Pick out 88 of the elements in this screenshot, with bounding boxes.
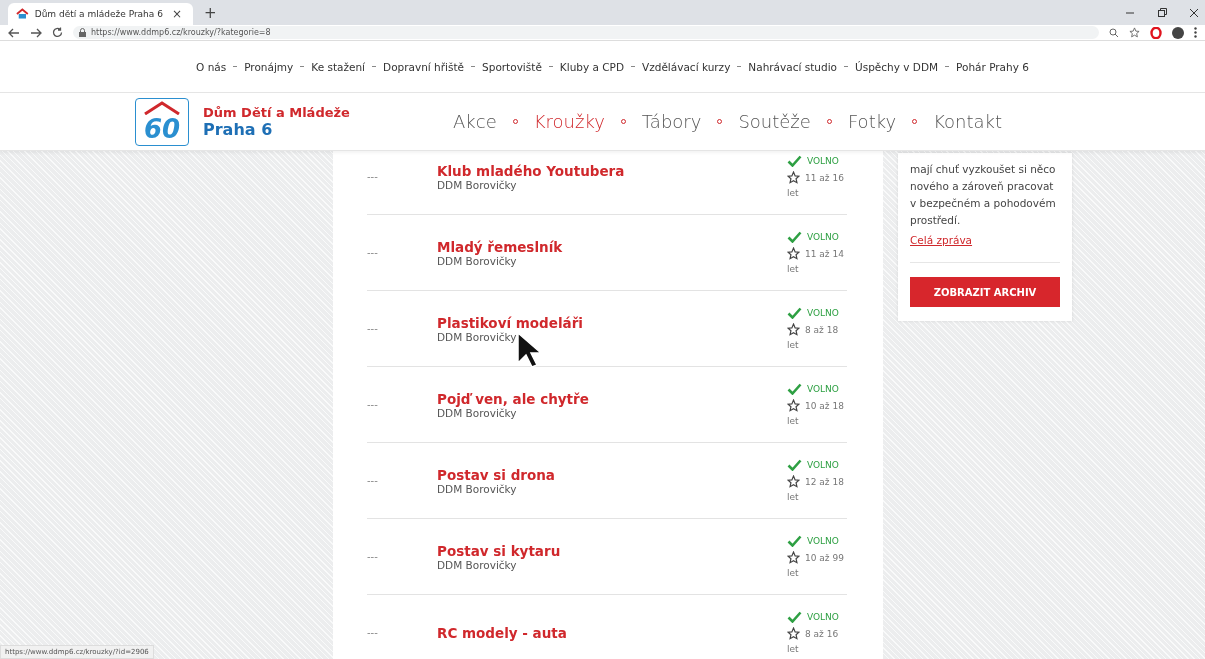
nav-link[interactable]: Kontakt — [933, 111, 1003, 132]
course-place: DDM Borovičky — [437, 254, 518, 267]
logo-subtitle[interactable]: Praha 6 — [203, 119, 350, 139]
top-menu-link[interactable]: Kluby a CPD — [559, 60, 625, 73]
availability-status: VOLNO — [807, 232, 839, 242]
top-menu-link[interactable]: Pronájmy — [244, 60, 294, 73]
more-icon[interactable] — [1194, 27, 1197, 38]
course-dash: --- — [367, 171, 379, 182]
house-icon — [16, 8, 29, 20]
age-range: 12 až 18 — [805, 476, 844, 487]
cursor-icon — [516, 331, 542, 369]
course-link[interactable]: Postav si kytaru — [437, 542, 787, 559]
age-unit: let — [787, 416, 800, 426]
age-range: 8 až 18 — [805, 324, 839, 335]
age-unit: let — [787, 340, 800, 350]
course-dash: --- — [367, 627, 379, 638]
star-icon — [787, 247, 800, 260]
close-tab-button[interactable]: × — [168, 7, 185, 21]
course-place: DDM Borovičky — [437, 406, 518, 419]
course-link[interactable]: Postav si drona — [437, 466, 787, 483]
age-unit: let — [787, 568, 800, 578]
news-text: mají chuť vyzkoušet si něco nového a zároveň pracovat v bezpečném a pohodovém prostředí. — [910, 162, 1057, 228]
nav-link[interactable]: Fotky — [847, 111, 897, 132]
browser-tab[interactable]: Dům dětí a mládeže Praha 6 × — [8, 3, 193, 25]
star-icon — [787, 323, 800, 336]
tab-title: Dům dětí a mládeže Praha 6 — [34, 9, 163, 19]
opera-icon[interactable] — [1150, 26, 1162, 39]
top-menu-link[interactable]: Nahrávací studio — [748, 60, 837, 73]
course-link[interactable]: Mladý řemeslník — [437, 238, 787, 255]
age-unit: let — [787, 492, 800, 502]
back-icon[interactable] — [8, 27, 20, 38]
archive-button[interactable]: ZOBRAZIT ARCHIV — [910, 277, 1060, 307]
age-range: 10 až 18 — [805, 400, 844, 411]
top-menu-link[interactable]: Vzdělávací kurzy — [642, 60, 731, 73]
star-icon — [787, 475, 800, 488]
course-place: DDM Borovičky — [437, 178, 518, 191]
nav-link[interactable]: Kroužky — [533, 111, 605, 132]
new-tab-button[interactable]: + — [201, 4, 220, 22]
top-menu-link[interactable]: O nás — [196, 60, 227, 73]
top-menu-link[interactable]: Ke stažení — [311, 60, 366, 73]
star-icon — [787, 627, 800, 640]
avatar-icon[interactable] — [1172, 26, 1184, 39]
course-dash: --- — [367, 399, 379, 410]
reload-icon[interactable] — [52, 27, 63, 38]
course-link[interactable]: Plastikoví modeláři — [437, 314, 787, 331]
restore-icon[interactable] — [1157, 7, 1167, 18]
forward-icon[interactable] — [30, 27, 42, 38]
age-unit: let — [787, 644, 800, 654]
course-dash: --- — [367, 247, 379, 258]
top-menu-link[interactable]: Úspěchy v DDM — [855, 60, 939, 73]
age-range: 11 až 14 — [805, 248, 844, 259]
address-field[interactable]: https://www.ddmp6.cz/krouzky/?kategorie=8 — [73, 26, 1099, 39]
course-place: DDM Borovičky — [437, 558, 517, 571]
nav-link[interactable]: Soutěže — [738, 111, 811, 132]
nav-link[interactable]: Tábory — [641, 111, 702, 132]
age-unit: let — [787, 264, 800, 274]
top-menu-link[interactable]: Pohár Prahy 6 — [956, 60, 1029, 73]
course-link[interactable]: Pojď ven, ale chytře — [437, 390, 787, 407]
top-menu-link[interactable]: Dopravní hřiště — [383, 60, 465, 73]
age-range: 10 až 99 — [805, 552, 844, 563]
availability-status: VOLNO — [807, 460, 839, 470]
course-place: DDM Borovičky — [437, 330, 518, 343]
full-article-link[interactable]: Celá zpráva — [910, 234, 973, 246]
logo-title[interactable]: Dům Dětí a Mládeže — [203, 104, 350, 120]
course-place: DDM Borovičky — [437, 482, 518, 495]
age-range: 11 až 16 — [805, 172, 844, 183]
star-icon — [787, 551, 800, 564]
star-icon — [787, 399, 800, 412]
course-dash: --- — [367, 323, 379, 334]
availability-status: VOLNO — [807, 384, 839, 394]
availability-status: VOLNO — [807, 612, 839, 622]
star-icon[interactable] — [1129, 27, 1140, 38]
course-link[interactable]: RC modely - auta — [437, 624, 787, 641]
top-menu-link[interactable]: Sportoviště — [482, 60, 542, 73]
course-link[interactable]: Klub mladého Youtubera — [437, 162, 787, 179]
nav-link[interactable]: Akce — [453, 111, 497, 132]
lock-icon — [79, 28, 86, 37]
age-unit: let — [787, 188, 800, 198]
availability-status: VOLNO — [807, 156, 839, 166]
logo-badge[interactable]: 60 — [135, 97, 189, 146]
availability-status: VOLNO — [807, 536, 839, 546]
course-dash: --- — [367, 551, 379, 562]
zoom-icon[interactable] — [1109, 27, 1119, 38]
course-dash: --- — [367, 475, 379, 486]
star-icon — [787, 171, 800, 184]
availability-status: VOLNO — [807, 308, 839, 318]
close-icon[interactable] — [1189, 7, 1199, 18]
age-range: 8 až 16 — [805, 628, 839, 639]
